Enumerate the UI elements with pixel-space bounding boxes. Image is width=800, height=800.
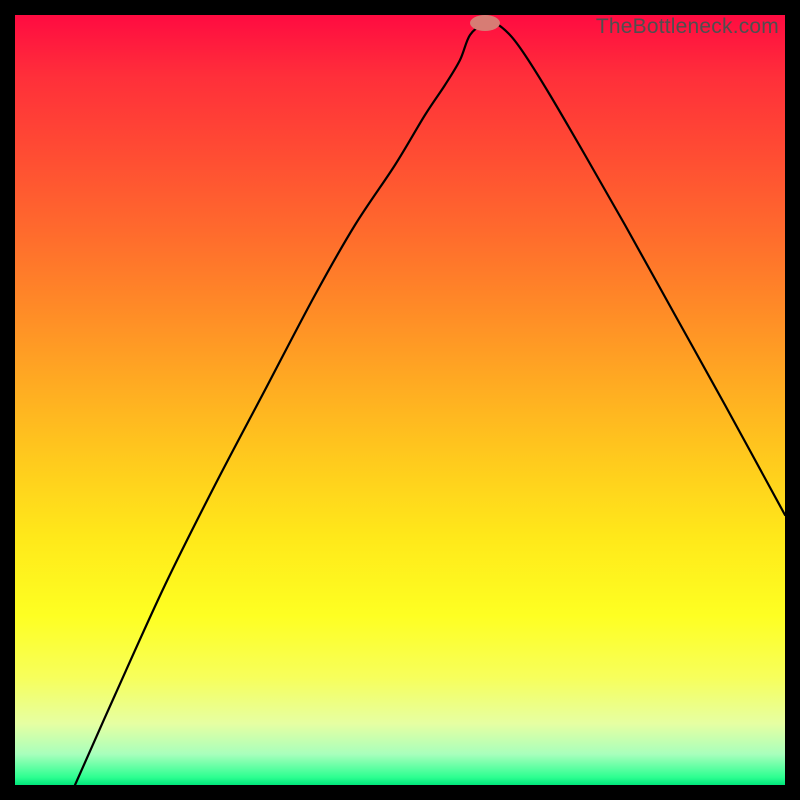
watermark-text: TheBottleneck.com	[596, 15, 779, 39]
chart-frame: TheBottleneck.com	[0, 0, 800, 800]
optimal-marker	[470, 15, 500, 31]
bottleneck-curve	[75, 22, 785, 786]
chart-svg	[15, 15, 785, 785]
plot-background: TheBottleneck.com	[15, 15, 785, 785]
